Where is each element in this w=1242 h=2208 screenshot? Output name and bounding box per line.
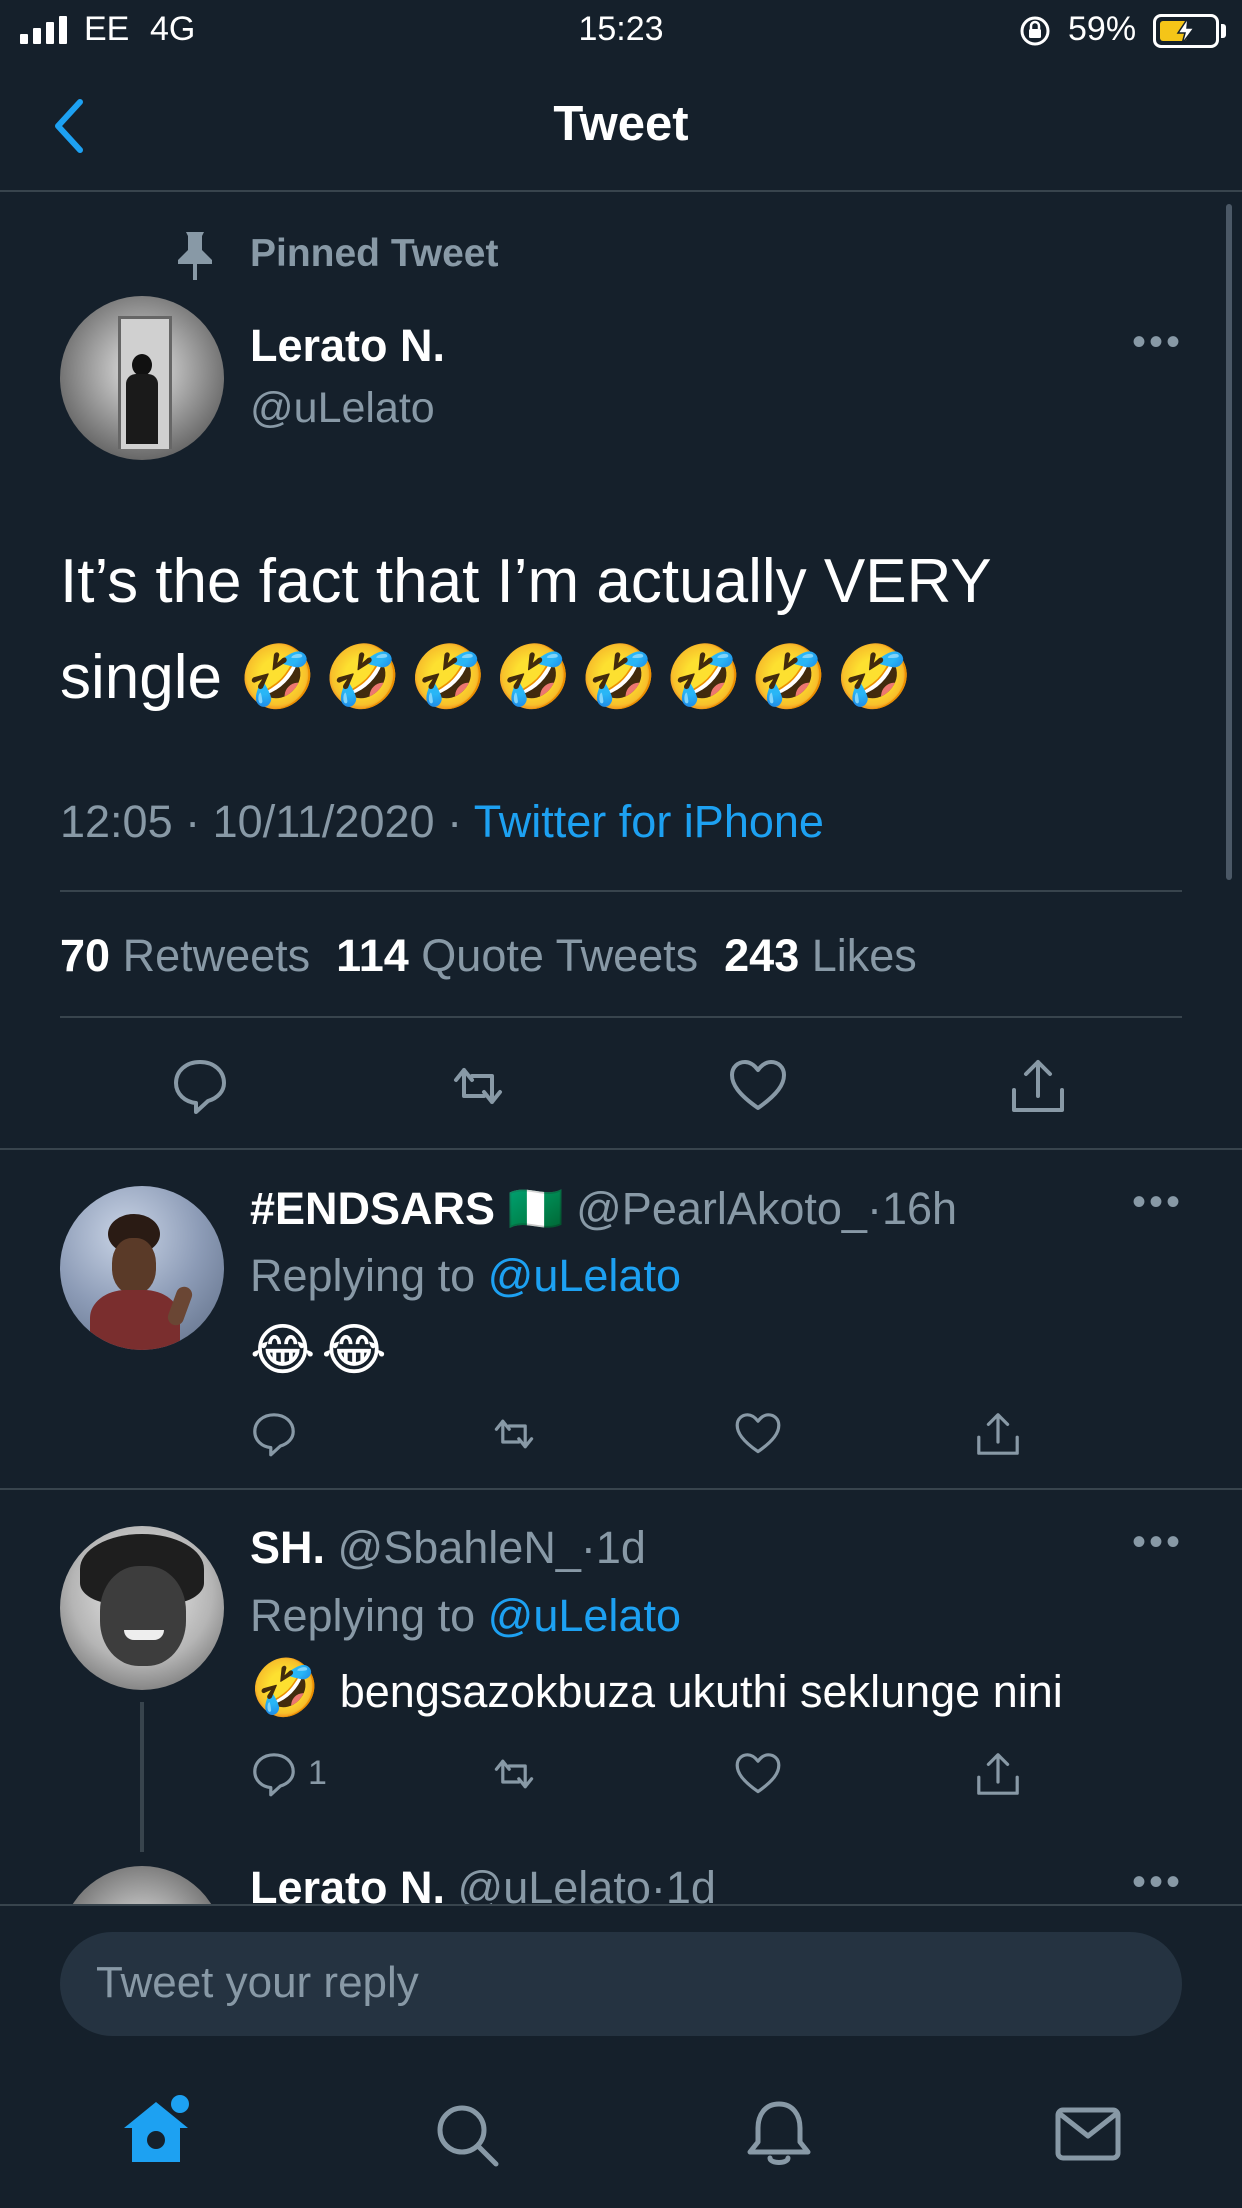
tweet-emojis: 🤣🤣🤣🤣🤣🤣🤣🤣 — [239, 643, 921, 712]
messages-icon[interactable] — [1054, 2104, 1122, 2164]
tweet-date: 10/11/2020 — [212, 796, 435, 847]
tweet-meta: 12:05 · 10/11/2020 · Twitter for iPhone — [60, 796, 824, 847]
reply-author-name[interactable]: Lerato N. — [250, 1862, 445, 1904]
retweets-stat[interactable]: 70 Retweets — [60, 930, 310, 982]
page-title: Tweet — [553, 97, 689, 151]
reply-avatar[interactable] — [60, 1526, 224, 1690]
reply-author-handle[interactable]: @uLelato — [458, 1862, 651, 1904]
retweet-icon[interactable] — [448, 1056, 508, 1116]
reply-text: 😂😂 — [250, 1318, 393, 1381]
share-icon[interactable] — [974, 1410, 1022, 1458]
replying-to: Replying to @uLelato — [250, 1250, 681, 1301]
retweet-icon[interactable] — [490, 1410, 538, 1458]
replying-to-link[interactable]: @uLelato — [488, 1590, 681, 1641]
pin-icon — [178, 232, 212, 280]
reply-icon[interactable] — [250, 1410, 298, 1458]
reply-avatar[interactable] — [60, 1866, 224, 1904]
home-icon[interactable] — [118, 2094, 194, 2170]
reply-time: 1d — [595, 1522, 646, 1573]
tweet-time: 12:05 — [60, 796, 173, 847]
scrollbar[interactable] — [1226, 204, 1232, 880]
replying-to: Replying to @uLelato — [250, 1590, 681, 1641]
status-bar: EE 4G 15:23 59% — [0, 0, 1242, 62]
clock: 15:23 — [578, 10, 664, 48]
reply-author-name[interactable]: #ENDSARS — [250, 1183, 495, 1234]
retweet-icon[interactable] — [490, 1750, 538, 1798]
reply-icon[interactable] — [250, 1750, 298, 1798]
notifications-bell-icon[interactable] — [744, 2098, 814, 2170]
reply-time: 16h — [881, 1183, 958, 1234]
battery-percent: 59% — [1068, 10, 1137, 48]
reply-header: SH. @SbahleN_·1d — [250, 1522, 646, 1573]
pinned-tweet-label: Pinned Tweet — [250, 232, 499, 275]
like-icon[interactable] — [734, 1410, 782, 1458]
reply-text: 🤣 bengsazokbuza ukuthi seklunge nini — [250, 1656, 1063, 1719]
reply-header: Lerato N. @uLelato·1d — [250, 1862, 716, 1904]
reply-more-options-icon[interactable]: ••• — [1132, 1180, 1183, 1225]
partial-reply: Lerato N. @uLelato·1d ••• — [0, 1820, 1242, 1904]
reply-count: 1 — [308, 1754, 327, 1792]
rotation-lock-icon — [1020, 16, 1050, 46]
reply-input-placeholder: Tweet your reply — [96, 1958, 419, 2007]
like-icon[interactable] — [728, 1056, 788, 1116]
reply-more-options-icon[interactable]: ••• — [1132, 1520, 1183, 1565]
nigeria-flag-icon: 🇳🇬 — [507, 1183, 564, 1234]
like-icon[interactable] — [734, 1750, 782, 1798]
tweet-text: It’s the fact that I’m actually VERY sin… — [60, 547, 991, 712]
reply-avatar[interactable] — [60, 1186, 224, 1350]
battery-icon — [1153, 14, 1219, 48]
share-icon[interactable] — [1008, 1056, 1068, 1116]
tweet-source-link[interactable]: Twitter for iPhone — [474, 796, 824, 847]
author-handle[interactable]: @uLelato — [250, 384, 435, 433]
author-avatar[interactable] — [60, 296, 224, 460]
more-options-icon[interactable]: ••• — [1132, 320, 1183, 365]
share-icon[interactable] — [974, 1750, 1022, 1798]
tweet-stats: 70 Retweets 114 Quote Tweets 243 Likes — [60, 930, 917, 982]
reply-time: 1d — [665, 1862, 716, 1904]
likes-stat[interactable]: 243 Likes — [724, 930, 917, 982]
reply-header: #ENDSARS 🇳🇬 @PearlAkoto_·16h — [250, 1183, 958, 1234]
header-divider — [0, 190, 1242, 192]
reply-author-handle[interactable]: @SbahleN_ — [338, 1522, 581, 1573]
search-icon[interactable] — [432, 2100, 502, 2170]
reply-author-handle[interactable]: @PearlAkoto_ — [576, 1183, 867, 1234]
quote-tweets-stat[interactable]: 114 Quote Tweets — [336, 930, 698, 982]
author-name[interactable]: Lerato N. — [250, 320, 445, 372]
replying-to-link[interactable]: @uLelato — [488, 1250, 681, 1301]
reply-icon[interactable] — [170, 1056, 230, 1116]
reply-more-options-icon[interactable]: ••• — [1132, 1860, 1183, 1904]
reply-author-name[interactable]: SH. — [250, 1522, 325, 1573]
